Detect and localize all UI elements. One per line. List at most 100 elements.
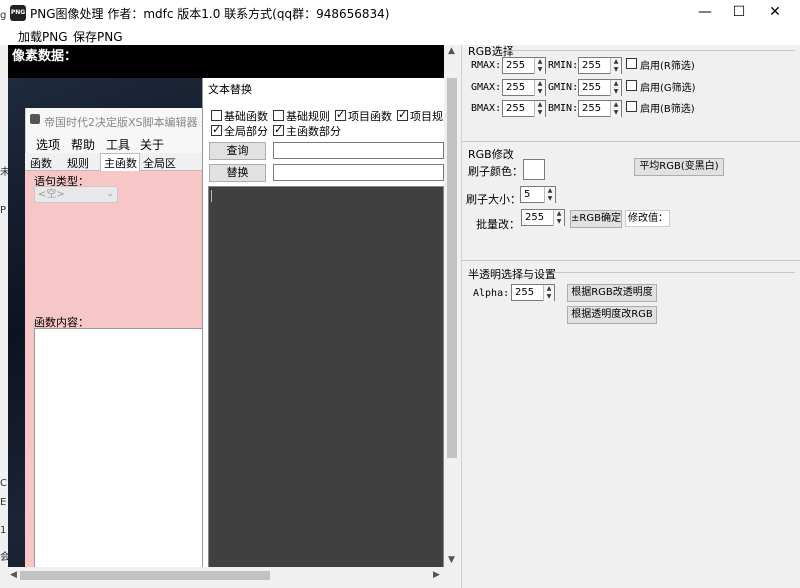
replace-input[interactable]	[273, 164, 444, 181]
bmin-label: BMIN:	[548, 103, 579, 114]
enable-g-filter-checkbox[interactable]	[626, 80, 637, 91]
close-button[interactable]: ✕	[760, 0, 790, 25]
scroll-up-icon[interactable]: ▲	[448, 46, 455, 56]
gmin-label: GMIN:	[548, 82, 579, 93]
rgb-modify-divider	[462, 141, 800, 142]
rmin-spinner-icon[interactable]: ▲ ▼	[610, 58, 621, 74]
brush-size-spinner-icon[interactable]: ▲ ▼	[544, 187, 555, 203]
bmin-value: 255	[582, 103, 602, 114]
alpha-input[interactable]: 255 ▲ ▼	[511, 284, 555, 301]
query-input[interactable]	[273, 142, 444, 159]
checkbox-project-functions[interactable]	[335, 108, 346, 121]
checkbox-basic-functions[interactable]	[211, 110, 222, 121]
gmin-input[interactable]: 255 ▲ ▼	[578, 79, 622, 96]
alpha-divider	[462, 260, 800, 261]
window-title: PNG图像处理 作者：mdfc 版本1.0 联系方式(qq群：948656834…	[30, 7, 390, 21]
bmin-input[interactable]: 255 ▲ ▼	[578, 100, 622, 117]
enable-r-filter-label: 启用(R筛选)	[640, 61, 695, 72]
rmin-input[interactable]: 255 ▲ ▼	[578, 57, 622, 74]
checkbox-global-section-label: 全局部分	[224, 125, 268, 138]
batch-modify-label: 批量改：	[476, 218, 520, 231]
checkbox-basic-functions-label: 基础函数	[224, 110, 268, 123]
bg-menu-help: 帮助	[71, 138, 96, 152]
bg-tab-main-function: 主函数	[104, 157, 137, 170]
bg-menu-tools: 工具	[106, 138, 131, 152]
edge-fragment: g	[0, 10, 7, 21]
alpha-title: 半透明选择与设置	[468, 268, 556, 281]
scroll-down-icon[interactable]: ▼	[448, 555, 455, 565]
rmax-input[interactable]: 255 ▲ ▼	[502, 57, 546, 74]
checkbox-main-function-section-label: 主函数部分	[286, 125, 341, 138]
gmax-input[interactable]: 255 ▲ ▼	[502, 79, 546, 96]
scroll-left-icon[interactable]: ◀	[10, 570, 17, 580]
checkbox-project-rules[interactable]	[397, 108, 408, 121]
panel-divider	[461, 45, 462, 588]
alpha-spinner-icon[interactable]: ▲ ▼	[543, 285, 554, 301]
scroll-right-icon[interactable]: ▶	[433, 570, 440, 580]
gmax-spinner-icon[interactable]: ▲ ▼	[534, 80, 545, 96]
text-replace-title: 文本替换	[208, 83, 252, 96]
batch-modify-input[interactable]: 255 ▲ ▼	[521, 209, 565, 226]
text-replace-editor[interactable]	[208, 186, 444, 568]
edge-fragment: C	[0, 478, 7, 489]
enable-r-filter-checkbox[interactable]	[626, 58, 637, 69]
rmin-value: 255	[582, 60, 602, 71]
maximize-button[interactable]: ☐	[724, 0, 754, 25]
checkbox-main-function-section[interactable]	[273, 123, 284, 136]
bg-tab-global: 全局区	[143, 157, 176, 170]
average-rgb-button[interactable]: 平均RGB(变黑白)	[634, 158, 724, 176]
rmax-spinner-icon[interactable]: ▲ ▼	[534, 58, 545, 74]
rgb-confirm-button[interactable]: ±RGB确定	[570, 210, 622, 228]
rmax-label: RMAX:	[471, 60, 502, 71]
brush-color-label: 刷子颜色：	[468, 165, 523, 178]
replace-button[interactable]: 替换	[209, 164, 266, 182]
rgb-by-alpha-button[interactable]: 根据透明度改RGB	[567, 306, 657, 324]
edge-fragment: 1	[0, 525, 7, 536]
edge-fragment: E	[0, 497, 7, 508]
rmax-value: 255	[506, 60, 526, 71]
app-icon: PNG	[10, 5, 26, 21]
pixel-data-label: 像素数据：	[12, 49, 78, 64]
bmax-value: 255	[506, 103, 526, 114]
editor-app-icon	[30, 114, 40, 124]
enable-b-filter-checkbox[interactable]	[626, 101, 637, 112]
alpha-by-rgb-button[interactable]: 根据RGB改透明度	[567, 284, 657, 302]
edge-fragment: P	[0, 205, 7, 216]
menu-load-png[interactable]: 加载PNG	[18, 28, 68, 45]
horizontal-scroll-thumb[interactable]	[20, 571, 270, 580]
alpha-title-line	[552, 272, 795, 273]
rgb-select-divider	[505, 50, 795, 51]
bmax-input[interactable]: 255 ▲ ▼	[502, 100, 546, 117]
enable-b-filter-label: 启用(B筛选)	[640, 104, 695, 115]
checkbox-project-rules-label: 项目规则	[410, 110, 444, 123]
bmax-spinner-icon[interactable]: ▲ ▼	[534, 101, 545, 117]
statement-type-value: <空>	[38, 189, 65, 200]
vertical-scroll-thumb[interactable]	[447, 78, 457, 458]
function-content-box	[34, 328, 203, 568]
gmin-spinner-icon[interactable]: ▲ ▼	[610, 80, 621, 96]
bmin-spinner-icon[interactable]: ▲ ▼	[610, 101, 621, 117]
bmax-label: BMAX:	[471, 103, 502, 114]
modify-value-label: 修改值：	[625, 210, 670, 227]
alpha-value: 255	[515, 287, 535, 298]
brush-color-swatch[interactable]	[523, 159, 545, 180]
brush-size-value: 5	[524, 189, 531, 200]
statement-type-select: <空> ⌄	[34, 186, 118, 203]
brush-size-input[interactable]: 5 ▲ ▼	[520, 186, 556, 203]
background-editor-title: 帝国时代2决定版XS脚本编辑器 未加载文件	[44, 116, 203, 129]
query-button[interactable]: 查询	[209, 142, 266, 160]
batch-modify-spinner-icon[interactable]: ▲ ▼	[553, 210, 564, 226]
minimize-button[interactable]: —	[690, 0, 720, 25]
checkbox-project-functions-label: 项目函数	[348, 110, 392, 123]
checkbox-global-section[interactable]	[211, 123, 222, 136]
bg-menu-about: 关于	[140, 138, 165, 152]
chevron-down-icon: ⌄	[106, 189, 114, 199]
bg-tab-functions: 函数	[30, 157, 52, 170]
menu-save-png[interactable]: 保存PNG	[73, 28, 123, 45]
text-cursor	[211, 190, 212, 202]
bg-menu-options: 选项	[36, 138, 61, 152]
alpha-label: Alpha:	[473, 288, 510, 299]
batch-modify-value: 255	[525, 212, 545, 223]
gmax-value: 255	[506, 82, 526, 93]
checkbox-basic-rules[interactable]	[273, 110, 284, 121]
